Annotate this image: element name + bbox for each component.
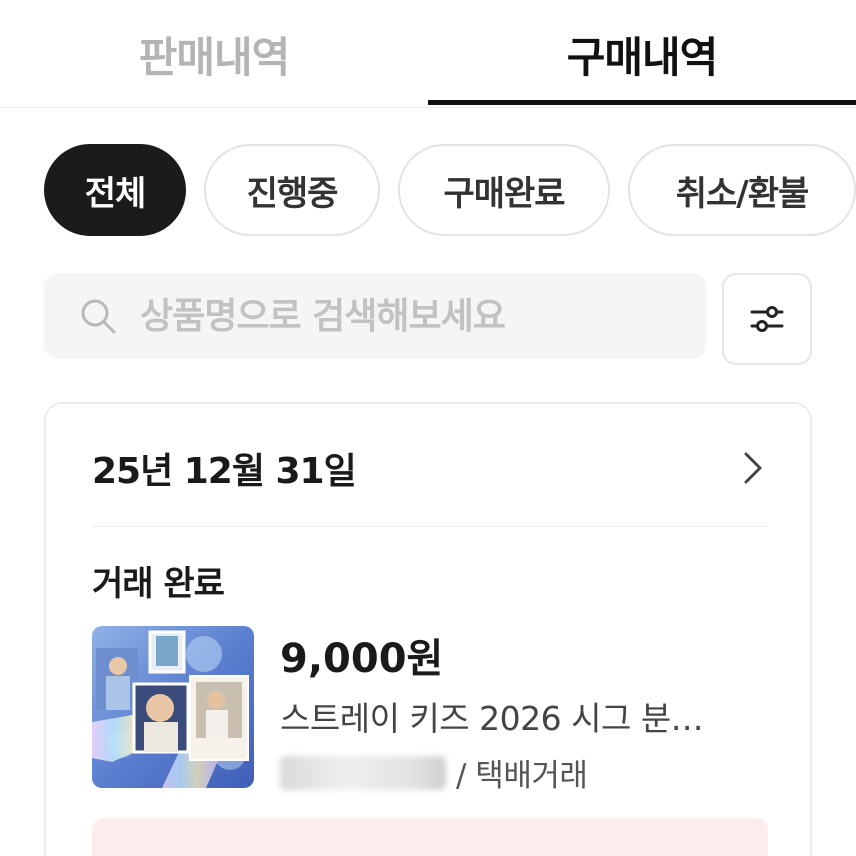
- search-icon: [81, 299, 116, 334]
- order-date: 25년 12월 31일: [92, 451, 357, 492]
- tab-bar: 판매내역 구매내역: [0, 0, 856, 108]
- filter-chip-purchase-complete[interactable]: 구매완료: [398, 144, 610, 236]
- tab-purchase-history[interactable]: 구매내역: [428, 0, 856, 108]
- tab-sales-history[interactable]: 판매내역: [0, 0, 428, 108]
- product-thumbnail[interactable]: [92, 626, 254, 788]
- filter-chip-all[interactable]: 전체: [44, 144, 186, 236]
- sliders-icon: [750, 306, 784, 332]
- trade-info: / 택배거래: [280, 750, 588, 795]
- product-price: 9,000원: [280, 636, 444, 682]
- product-title[interactable]: 스트레이 키즈 2026 시그 분…: [280, 692, 770, 740]
- write-review-button[interactable]: 후기 남기기: [92, 818, 768, 856]
- search-input[interactable]: [140, 295, 700, 337]
- search-bar: [44, 273, 706, 359]
- filter-chip-in-progress[interactable]: 진행중: [204, 144, 380, 236]
- trade-method: / 택배거래: [456, 758, 588, 794]
- active-tab-indicator: [428, 100, 856, 105]
- status-filter-chips: 전체 진행중 구매완료 취소/환불: [44, 144, 856, 236]
- filter-settings-button[interactable]: [722, 273, 812, 365]
- blurred-seller-name: [280, 755, 446, 790]
- order-card[interactable]: 25년 12월 31일 거래 완료 9,000원 스트레이 키즈 2026 시그…: [44, 402, 812, 856]
- write-review-label: 후기 남기기: [346, 846, 514, 856]
- order-status: 거래 완료: [92, 564, 225, 604]
- divider: [92, 526, 768, 527]
- chevron-right-icon[interactable]: [742, 450, 764, 486]
- filter-chip-cancel-refund[interactable]: 취소/환불: [628, 144, 856, 236]
